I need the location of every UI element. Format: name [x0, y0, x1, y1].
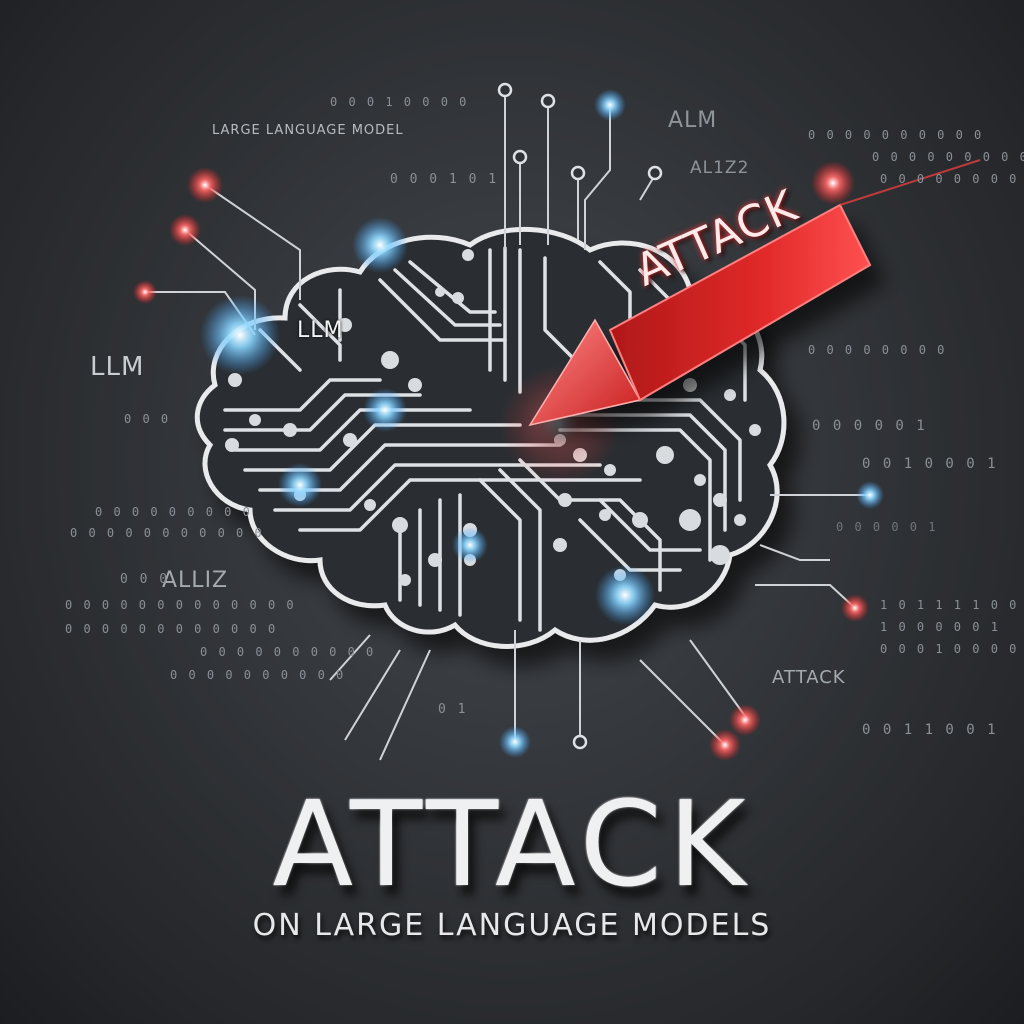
binary-left-4: 0 0 0: [120, 572, 170, 587]
poster-title: ATTACK: [272, 775, 752, 913]
attack-small-label: ATTACK: [772, 667, 846, 688]
binary-left-5: 0 0 0 0 0 0 0 0 0 0 0 0 0: [65, 598, 296, 612]
poster-subtitle: ON LARGE LANGUAGE MODELS: [252, 908, 772, 943]
binary-right-4: 0 0 0 0 0 0 0 0: [808, 343, 947, 357]
binary-right-7: 0 0 0 0 0 1: [836, 520, 938, 534]
binary-right-9: 1 0 0 0 0 0 1: [880, 620, 1000, 634]
binary-left-7: 0 0 0 0 0 0 0 0 0 0: [200, 645, 376, 659]
binary-right-5: 0 0 0 0 0 1: [812, 418, 927, 434]
brain-llm-label: LLM: [297, 318, 344, 343]
binary-left-6: 0 0 0 0 0 0 0 0 0 0 0 0: [65, 622, 278, 636]
binary-left-8: 0 0 0 0 0 0 0 0 0 0: [170, 668, 346, 682]
llm-left-label: LLM: [90, 352, 145, 382]
poster-canvas: ATTACK LARGE LANGUAGE MODEL ALM AL1Z2 LL…: [0, 0, 1024, 1024]
binary-right-1: 0 0 0 0 0 0 0 0 0 0: [808, 128, 984, 142]
binary-right-10: 0 0 0 1 0 0 0 0: [880, 642, 1019, 656]
binary-top-2: 0 0 0 1 0 1: [390, 172, 499, 187]
binary-right-2: 0 0 0 0 0 0 0 0 0 0: [872, 150, 1024, 164]
binary-left-2: 0 0 0 0 0 0 0 0 0: [95, 505, 252, 519]
binary-right-8: 1 0 1 1 1 1 0 0: [880, 598, 1019, 612]
binary-left-3: 0 0 0 0 0 0 0 0 0 0 0: [70, 526, 264, 540]
alm-label: ALM: [668, 108, 718, 133]
binary-left-1: 0 0 0: [124, 412, 171, 426]
binary-right-3: 0 0 0 0 0 0 0 0: [880, 172, 1019, 186]
alliz-label: ALLIZ: [162, 568, 229, 593]
binary-right-6: 0 0 1 0 0 0 1: [862, 456, 998, 472]
o1-label: 0 1: [438, 702, 468, 717]
large-language-model-label: LARGE LANGUAGE MODEL: [212, 123, 404, 138]
al22-label: AL1Z2: [690, 158, 750, 178]
binary-right-11: 0 0 1 1 0 0 1: [862, 722, 998, 738]
binary-top-1: 0 0 0 1 0 0 0 0: [330, 95, 469, 109]
